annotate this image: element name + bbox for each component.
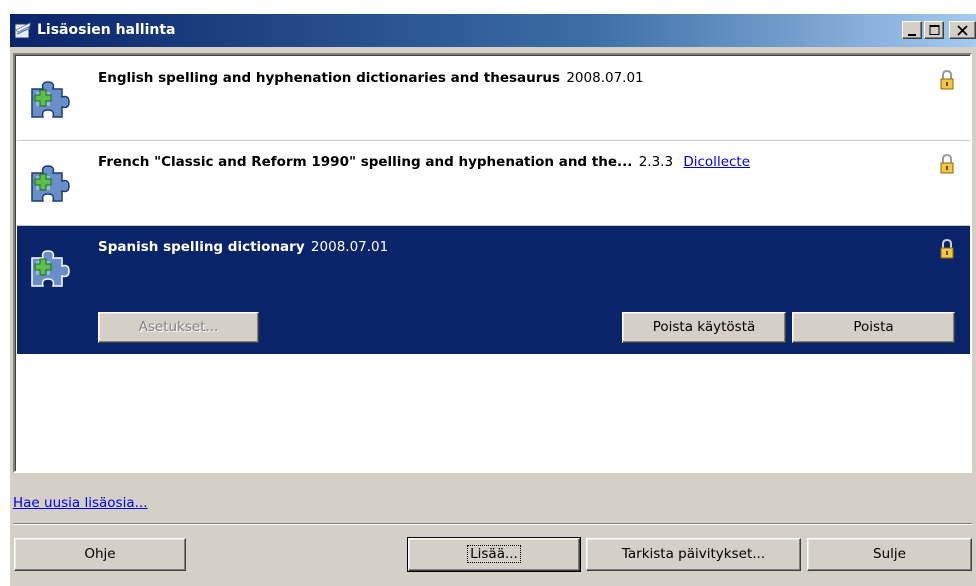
close-button-label: Sulje	[873, 546, 906, 562]
publisher-link[interactable]: Dicollecte	[683, 154, 750, 170]
help-button-label: Ohje	[84, 546, 116, 562]
puzzle-icon	[31, 165, 70, 202]
extension-version: 2008.07.01	[310, 239, 389, 255]
minimize-icon	[908, 34, 916, 36]
lock-icon	[940, 69, 954, 90]
check-updates-button[interactable]: Tarkista päivitykset...	[586, 538, 801, 571]
extension-item-english[interactable]: English spelling and hyphenation diction…	[17, 57, 970, 141]
extension-manager-window: Lisäosien hallinta English spelling and …	[10, 14, 976, 586]
app-icon	[14, 22, 31, 39]
find-more-extensions-link[interactable]: Hae uusia lisäosia...	[13, 495, 147, 511]
extension-version: 2008.07.01	[566, 70, 644, 86]
minimize-button[interactable]	[902, 21, 922, 39]
title-bar[interactable]: Lisäosien hallinta	[10, 14, 976, 47]
extension-item-french[interactable]: French "Classic and Reform 1990" spellin…	[17, 141, 970, 226]
extension-title-line: Spanish spelling dictionary 2008.07.01	[98, 239, 388, 255]
remove-button-label: Poista	[853, 319, 894, 335]
options-button-label: Asetukset...	[138, 319, 219, 335]
extension-name: English spelling and hyphenation diction…	[98, 70, 561, 86]
extension-name: French "Classic and Reform 1990" spellin…	[98, 154, 633, 170]
maximize-icon	[929, 25, 940, 35]
puzzle-icon	[31, 250, 70, 287]
remove-button[interactable]: Poista	[792, 312, 955, 343]
help-button[interactable]: Ohje	[14, 538, 186, 571]
close-button[interactable]: Sulje	[807, 538, 972, 571]
add-button-label: Lisää...	[467, 545, 521, 563]
extension-name: Spanish spelling dictionary	[98, 239, 305, 255]
lock-icon	[940, 238, 954, 259]
check-updates-button-label: Tarkista päivitykset...	[621, 546, 766, 562]
disable-button[interactable]: Poista käytöstä	[622, 312, 786, 343]
extension-list[interactable]: English spelling and hyphenation diction…	[13, 53, 972, 473]
options-button[interactable]: Asetukset...	[98, 312, 259, 343]
maximize-button[interactable]	[924, 21, 944, 39]
extension-item-spanish[interactable]: Spanish spelling dictionary 2008.07.01 A…	[17, 226, 970, 354]
lock-icon	[940, 153, 954, 174]
add-button[interactable]: Lisää...	[407, 537, 581, 572]
extension-version: 2.3.3	[638, 154, 674, 170]
disable-button-label: Poista käytöstä	[652, 319, 756, 335]
separator	[13, 523, 972, 525]
extension-title-line: English spelling and hyphenation diction…	[98, 70, 644, 86]
puzzle-icon	[31, 81, 70, 118]
window-title: Lisäosien hallinta	[37, 22, 176, 38]
close-window-button[interactable]	[949, 21, 976, 39]
extension-title-line: French "Classic and Reform 1990" spellin…	[98, 154, 750, 170]
close-icon	[957, 25, 968, 36]
